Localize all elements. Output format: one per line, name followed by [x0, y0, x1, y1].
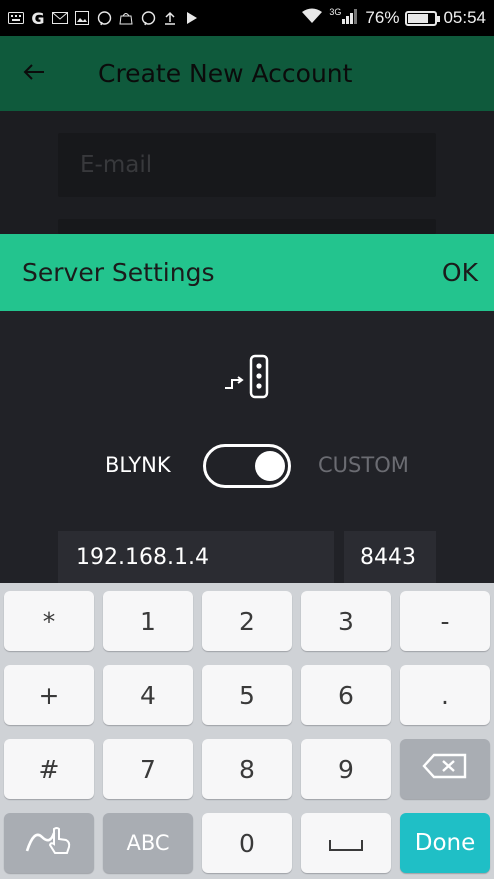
- server-type-toggle[interactable]: [203, 444, 291, 488]
- key-asterisk[interactable]: *: [4, 591, 94, 651]
- backspace-key[interactable]: [400, 739, 490, 799]
- server-port-value: 8443: [360, 544, 416, 570]
- email-field[interactable]: E-mail: [58, 133, 436, 197]
- key-6[interactable]: 6: [301, 665, 391, 725]
- handwriting-icon: [24, 825, 74, 861]
- server-type-toggle-row: BLYNK CUSTOM: [0, 444, 494, 488]
- handwriting-key[interactable]: [4, 813, 94, 873]
- custom-label[interactable]: CUSTOM: [318, 453, 409, 477]
- key-0[interactable]: 0: [202, 813, 292, 873]
- toggle-knob[interactable]: [255, 451, 285, 481]
- abc-key[interactable]: ABC: [103, 813, 193, 873]
- key-8[interactable]: 8: [202, 739, 292, 799]
- notification-icons: G: [8, 8, 200, 28]
- key-3[interactable]: 3: [301, 591, 391, 651]
- play-store-icon: [184, 10, 200, 26]
- blynk-label[interactable]: BLYNK: [105, 453, 171, 477]
- status-bar: G 3G 76% 05:54: [0, 0, 494, 36]
- key-2[interactable]: 2: [202, 591, 292, 651]
- battery-icon: [405, 10, 441, 26]
- mail-icon: [52, 10, 68, 26]
- battery-percent: 76%: [365, 8, 400, 27]
- shopping-bag-icon: [118, 10, 134, 26]
- done-button[interactable]: Done: [400, 813, 490, 873]
- key-9[interactable]: 9: [301, 739, 391, 799]
- server-ip-input[interactable]: 192.168.1.4: [58, 531, 334, 583]
- numeric-keyboard: * 1 2 3 - + 4 5 6 . # 7 8 9 ABC 0 Done: [0, 583, 494, 879]
- dialog-title: Server Settings: [22, 258, 215, 287]
- email-placeholder: E-mail: [80, 152, 153, 178]
- key-4[interactable]: 4: [103, 665, 193, 725]
- signal-icon: [341, 8, 359, 29]
- back-arrow-icon[interactable]: [22, 59, 62, 89]
- wifi-icon: [301, 8, 323, 29]
- google-icon: G: [31, 8, 45, 28]
- keyboard-icon: [8, 10, 24, 26]
- network-type-label: 3G: [329, 7, 342, 17]
- server-ip-value: 192.168.1.4: [76, 544, 209, 570]
- viber-icon: [140, 10, 156, 26]
- key-minus[interactable]: -: [400, 591, 490, 651]
- image-icon: [74, 10, 90, 26]
- app-bar: Create New Account: [0, 36, 494, 111]
- ok-button[interactable]: OK: [442, 258, 478, 287]
- key-period[interactable]: .: [400, 665, 490, 725]
- viber-icon: [96, 10, 112, 26]
- password-field[interactable]: [58, 219, 436, 234]
- space-icon: [328, 829, 364, 858]
- server-icon: [224, 353, 272, 401]
- clock: 05:54: [443, 8, 486, 27]
- key-hash[interactable]: #: [4, 739, 94, 799]
- backspace-icon: [422, 753, 468, 785]
- page-title: Create New Account: [98, 59, 353, 88]
- key-1[interactable]: 1: [103, 591, 193, 651]
- key-5[interactable]: 5: [202, 665, 292, 725]
- key-7[interactable]: 7: [103, 739, 193, 799]
- system-status: 3G 76% 05:54: [301, 7, 486, 29]
- key-plus[interactable]: +: [4, 665, 94, 725]
- dialog-header: Server Settings OK: [0, 234, 494, 311]
- upload-icon: [162, 10, 178, 26]
- server-port-input[interactable]: 8443: [344, 531, 436, 583]
- space-key[interactable]: [301, 813, 391, 873]
